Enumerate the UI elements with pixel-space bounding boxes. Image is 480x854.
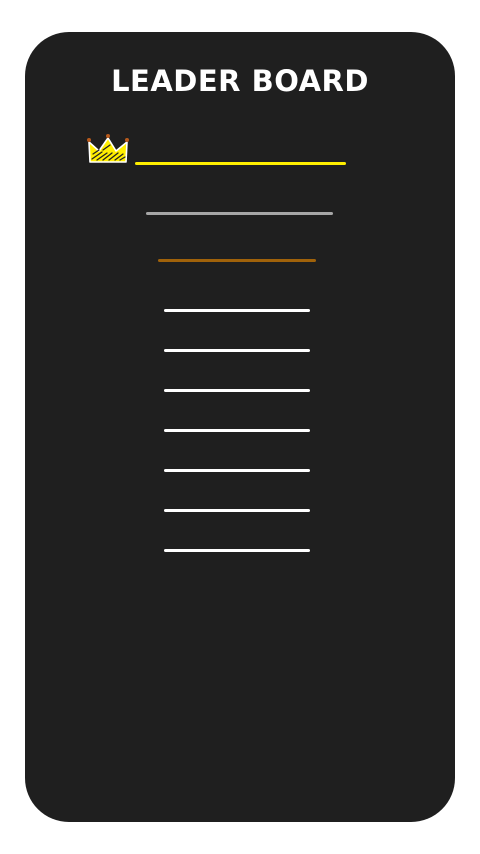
leaderboard-entry-9: [164, 509, 310, 512]
leaderboard-entry-3: [158, 259, 316, 262]
leaderboard-entry-7: [164, 429, 310, 432]
leaderboard-entry-10: [164, 549, 310, 552]
leaderboard-entry-8: [164, 469, 310, 472]
leaderboard-title: LEADER BOARD: [111, 64, 369, 98]
leaderboard-entry-6: [164, 389, 310, 392]
crown-icon: [87, 134, 129, 163]
leaderboard-entry-1: [135, 162, 346, 165]
leaderboard-entry-5: [164, 349, 310, 352]
leaderboard-entry-4: [164, 309, 310, 312]
leaderboard-entry-2: [146, 212, 333, 215]
